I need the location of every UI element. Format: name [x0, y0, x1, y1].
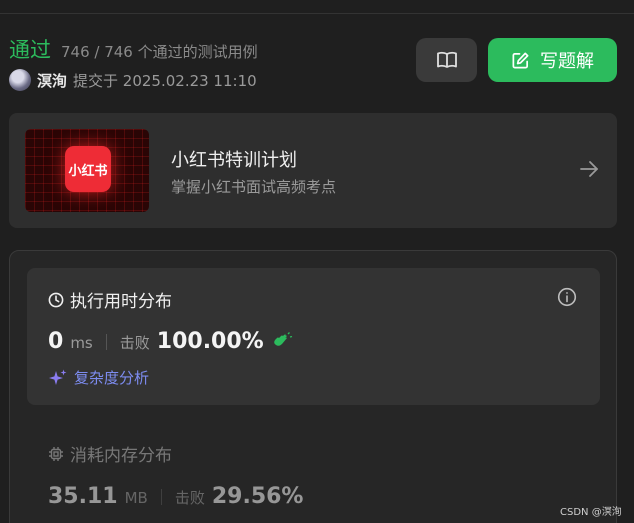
status-accepted: 通过 [9, 38, 51, 62]
memory-value: 35.11 [48, 484, 118, 509]
memory-header[interactable]: 消耗内存分布 [48, 441, 172, 466]
username[interactable]: 溟洵 [37, 70, 67, 91]
runtime-value: 0 [48, 329, 64, 354]
memory-beat-percent: 29.56% [211, 484, 304, 509]
clock-icon [48, 292, 64, 307]
runtime-title: 执行用时分布 [70, 292, 172, 312]
edit-icon [512, 52, 529, 68]
write-solution-button[interactable]: 写题解 [488, 38, 617, 82]
memory-metric: 35.11 MB 击败 29.56% [48, 484, 303, 509]
submitter-info: 溟洵 提交于 2025.02.23 11:10 [9, 69, 257, 91]
memory-unit: MB [124, 489, 148, 507]
complexity-analysis-link[interactable]: 复杂度分析 [48, 367, 149, 388]
promo-subtitle: 掌握小红书面试高频考点 [171, 178, 337, 196]
complexity-label: 复杂度分析 [74, 369, 150, 387]
runtime-unit: ms [70, 334, 93, 352]
top-divider [0, 13, 634, 14]
test-count: 746 / 746 个通过的测试用例 [61, 43, 258, 61]
runtime-beat-percent: 100.00% [156, 329, 264, 354]
submit-time: 提交于 2025.02.23 11:10 [73, 71, 257, 90]
metric-separator [160, 488, 162, 505]
avatar[interactable] [9, 69, 31, 91]
submission-status: 通过 746 / 746 个通过的测试用例 [9, 34, 258, 64]
promo-card[interactable]: 小红书 小红书特训计划 掌握小红书面试高频考点 [9, 113, 617, 228]
csdn-watermark: CSDN @溟洵 [560, 507, 622, 518]
memory-title: 消耗内存分布 [70, 446, 172, 466]
runtime-beat-label: 击败 [119, 334, 150, 352]
xiaohongshu-logo: 小红书 [65, 146, 111, 192]
write-solution-label: 写题解 [540, 51, 594, 72]
runtime-card[interactable]: 执行用时分布 0 ms 击败 100.00% 复杂度分析 [27, 268, 600, 405]
notes-button[interactable] [416, 38, 477, 82]
clap-icon [273, 331, 292, 346]
memory-beat-label: 击败 [174, 489, 205, 507]
result-panel: 执行用时分布 0 ms 击败 100.00% 复杂度分析 消耗内存分布 35.1… [9, 250, 617, 523]
runtime-metric: 0 ms 击败 100.00% [48, 329, 293, 354]
arrow-right-icon[interactable] [579, 159, 599, 179]
sparkle-icon [49, 369, 67, 385]
chip-icon [49, 446, 63, 461]
metric-separator [105, 333, 107, 350]
promo-title: 小红书特训计划 [171, 150, 297, 171]
info-icon[interactable] [557, 287, 577, 307]
runtime-header: 执行用时分布 [48, 287, 172, 312]
book-icon [436, 51, 457, 68]
promo-image: 小红书 [25, 129, 149, 212]
